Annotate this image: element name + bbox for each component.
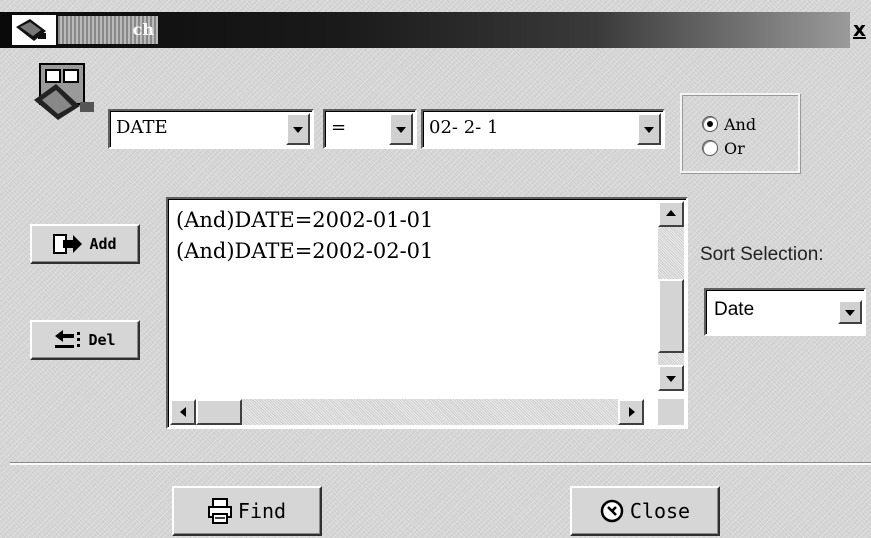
radio-or-label: Or bbox=[724, 138, 745, 158]
search-database-icon bbox=[30, 62, 100, 120]
radio-and[interactable]: And bbox=[702, 113, 756, 135]
value-select[interactable]: 02- 2- 1 bbox=[421, 109, 665, 149]
value-dropdown-button[interactable] bbox=[637, 113, 661, 145]
del-button[interactable]: Del bbox=[30, 320, 140, 360]
window-title: ch bbox=[58, 16, 158, 44]
conditions-listbox[interactable]: (And)DATE=2002-01-01 (And)DATE=2002-02-0… bbox=[166, 197, 688, 429]
vertical-scroll-thumb[interactable] bbox=[658, 279, 684, 353]
radio-and-indicator[interactable] bbox=[702, 116, 718, 132]
horizontal-scroll-thumb[interactable] bbox=[196, 399, 242, 425]
del-button-label: Del bbox=[88, 331, 116, 349]
vertical-scrollbar[interactable] bbox=[658, 201, 684, 391]
sort-selection-label: Sort Selection: bbox=[700, 244, 824, 265]
scroll-right-button[interactable] bbox=[618, 399, 644, 425]
radio-or[interactable]: Or bbox=[702, 137, 745, 159]
footer-divider bbox=[10, 462, 871, 465]
operator-dropdown-button[interactable] bbox=[389, 113, 413, 145]
dialog-app-icon bbox=[12, 15, 56, 45]
value-select-value: 02- 2- 1 bbox=[429, 117, 499, 138]
field-select[interactable]: DATE bbox=[108, 109, 314, 149]
list-item[interactable]: (And)DATE=2002-02-01 bbox=[176, 236, 652, 267]
sort-select-value: Date bbox=[714, 299, 755, 320]
operator-select-value: = bbox=[331, 117, 347, 138]
list-item[interactable]: (And)DATE=2002-01-01 bbox=[176, 205, 652, 236]
close-button-label: Close bbox=[629, 499, 691, 523]
sort-select[interactable]: Date bbox=[704, 288, 866, 336]
scroll-left-button[interactable] bbox=[170, 399, 196, 425]
sort-dropdown-button[interactable] bbox=[838, 300, 862, 324]
add-button-label: Add bbox=[89, 235, 117, 253]
radio-or-indicator[interactable] bbox=[702, 140, 718, 156]
add-button[interactable]: Add bbox=[30, 224, 140, 264]
scrollbar-corner bbox=[658, 399, 684, 425]
operator-select[interactable]: = bbox=[323, 109, 417, 149]
field-dropdown-button[interactable] bbox=[286, 113, 310, 145]
close-button[interactable]: Close bbox=[570, 486, 720, 536]
radio-and-label: And bbox=[724, 114, 757, 134]
delete-arrow-icon bbox=[54, 329, 82, 351]
find-button-label: Find bbox=[237, 499, 287, 523]
close-window-button[interactable]: x bbox=[853, 14, 871, 44]
conditions-list: (And)DATE=2002-01-01 (And)DATE=2002-02-0… bbox=[176, 205, 652, 267]
power-icon bbox=[600, 499, 624, 523]
horizontal-scrollbar[interactable] bbox=[170, 399, 644, 425]
find-button[interactable]: Find bbox=[172, 486, 322, 536]
field-select-value: DATE bbox=[116, 117, 168, 138]
scroll-up-button[interactable] bbox=[658, 201, 684, 227]
add-arrow-icon bbox=[53, 234, 83, 254]
printer-icon bbox=[207, 498, 232, 524]
scroll-down-button[interactable] bbox=[658, 365, 684, 391]
logic-radio-group: And Or bbox=[680, 93, 800, 173]
